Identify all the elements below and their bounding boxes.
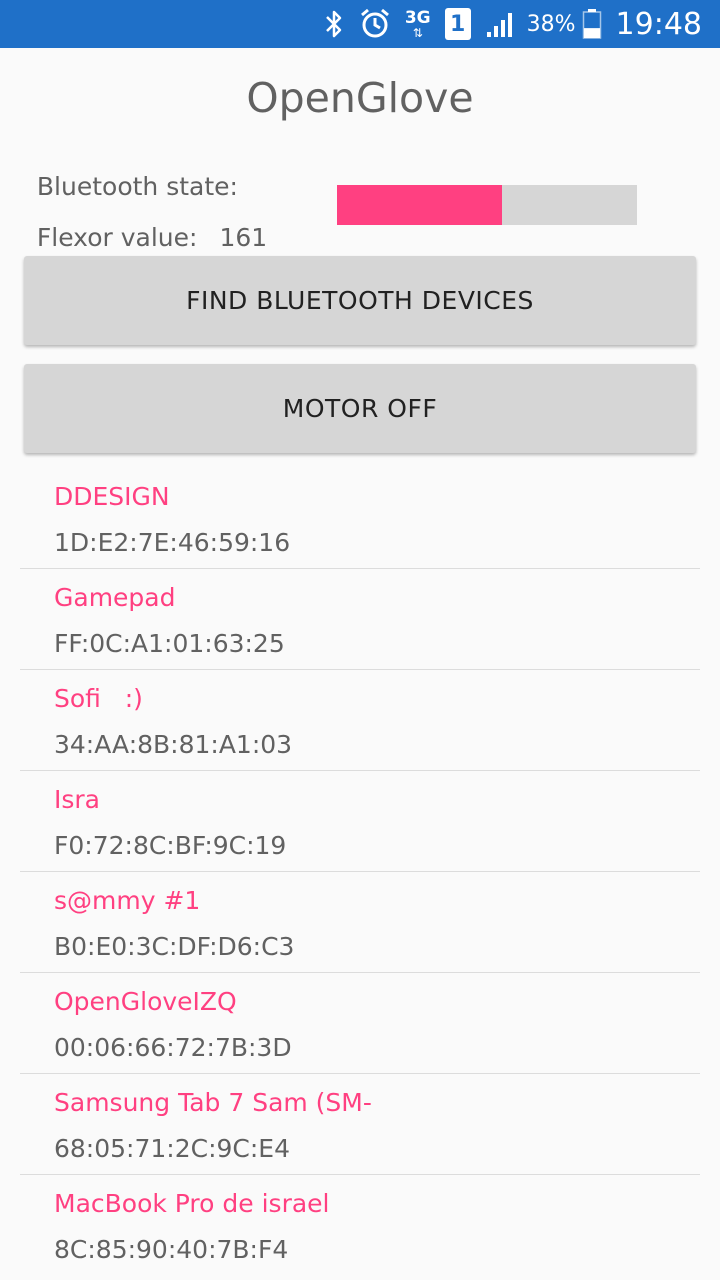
device-address: 68:05:71:2C:9C:E4 — [54, 1134, 290, 1163]
device-list-item[interactable]: MacBook Pro de israel 8C:85:90:40:7B:F4 — [20, 1175, 700, 1276]
device-list-item[interactable]: Gamepad FF:0C:A1:01:63:25 — [20, 569, 700, 670]
device-name: Isra — [54, 785, 100, 814]
battery-icon — [582, 8, 602, 40]
clock-time: 19:48 — [615, 6, 702, 42]
flexor-progress-bar — [337, 185, 637, 225]
alarm-icon — [359, 8, 391, 40]
device-name: Sofi :) — [54, 684, 143, 713]
flexor-value: 161 — [219, 223, 268, 252]
sim-label: 1 — [444, 8, 471, 40]
app-title: OpenGlove — [246, 74, 474, 122]
bluetooth-icon — [323, 9, 345, 39]
device-list-item[interactable]: OpenGloveIZQ 00:06:66:72:7B:3D — [20, 973, 700, 1074]
flexor-label: Flexor value: — [36, 223, 198, 252]
battery-fill — [583, 28, 600, 38]
network-3g-icon: 3G ⇅ — [404, 7, 431, 40]
device-address: 34:AA:8B:81:A1:03 — [54, 730, 293, 759]
device-list-item[interactable]: s@mmy #1 B0:E0:3C:DF:D6:C3 — [20, 872, 700, 973]
device-name: MacBook Pro de israel — [54, 1189, 330, 1218]
sim-icon: 1 — [444, 8, 471, 40]
motor-toggle-button[interactable]: MOTOR OFF — [24, 364, 696, 453]
battery-percent: 38% — [526, 11, 576, 37]
signal-icon — [485, 9, 517, 39]
device-list-item[interactable]: Sofi :) 34:AA:8B:81:A1:03 — [20, 670, 700, 771]
device-name: OpenGloveIZQ — [54, 987, 237, 1016]
device-address: 1D:E2:7E:46:59:16 — [54, 528, 291, 557]
device-list-item[interactable]: Isra F0:72:8C:BF:9C:19 — [20, 771, 700, 872]
status-bar: 3G ⇅ 1 38% 19:48 — [0, 0, 720, 48]
device-address: F0:72:8C:BF:9C:19 — [54, 831, 287, 860]
device-list: DDESIGN 1D:E2:7E:46:59:16 Gamepad FF:0C:A1:… — [20, 468, 700, 1276]
device-address: 8C:85:90:40:7B:F4 — [54, 1235, 289, 1264]
network-label: 3G — [404, 7, 431, 28]
device-address: B0:E0:3C:DF:D6:C3 — [54, 932, 295, 961]
flexor-progress-fill — [337, 185, 502, 225]
flexor-row: Flexor value: 161 — [21, 194, 267, 252]
device-name: Gamepad — [54, 583, 176, 612]
device-name: s@mmy #1 — [54, 886, 201, 915]
device-list-item[interactable]: DDESIGN 1D:E2:7E:46:59:16 — [20, 468, 700, 569]
device-address: FF:0C:A1:01:63:25 — [54, 629, 285, 658]
device-name: DDESIGN — [54, 482, 170, 511]
device-address: 00:06:66:72:7B:3D — [54, 1033, 292, 1062]
find-bluetooth-devices-button[interactable]: FIND BLUETOOTH DEVICES — [24, 256, 696, 345]
device-name: Samsung Tab 7 Sam (SM- — [54, 1088, 372, 1117]
device-list-item[interactable]: Samsung Tab 7 Sam (SM- 68:05:71:2C:9C:E4 — [20, 1074, 700, 1175]
